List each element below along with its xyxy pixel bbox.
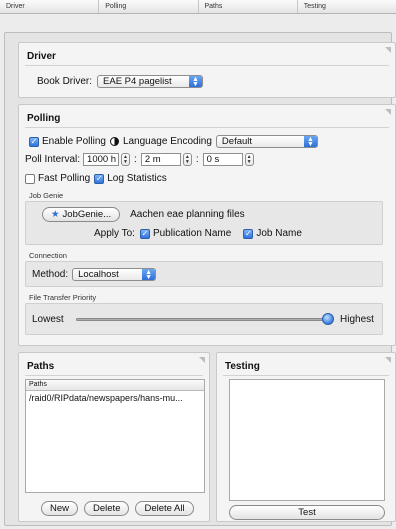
job-name-label: Job Name <box>256 228 302 239</box>
language-encoding-label: Language Encoding <box>122 136 212 147</box>
job-genie-group-label: Job Genie <box>29 191 64 200</box>
testing-panel: Testing Test <box>216 352 396 522</box>
delete-button[interactable]: Delete <box>84 501 130 516</box>
seconds-field[interactable]: 0 s <box>202 153 243 166</box>
minutes-stepper[interactable]: ▲ ▼ <box>182 153 192 166</box>
tab-paths[interactable]: Paths <box>199 0 298 13</box>
divider <box>223 375 389 376</box>
paths-panel: Paths Paths /raid0/RIPdata/newspapers/ha… <box>18 352 210 522</box>
paths-list-header[interactable]: Paths <box>26 380 204 391</box>
book-driver-label: Book Driver: <box>37 76 93 87</box>
collapse-corner-icon[interactable] <box>385 47 391 53</box>
transfer-group-label: File Transfer Priority <box>29 293 97 302</box>
minutes-field[interactable]: 2 m <box>140 153 181 166</box>
poll-interval-label: Poll Interval: <box>25 154 81 165</box>
apply-to-label: Apply To: <box>94 228 135 239</box>
connection-group: Method: Localhost ▲ ▼ <box>25 261 383 287</box>
transfer-priority-slider[interactable] <box>76 318 328 321</box>
separator: : <box>195 154 199 165</box>
job-name-checkbox[interactable]: ✓ <box>243 228 254 239</box>
method-value: Localhost <box>78 269 119 280</box>
fast-polling-checkbox[interactable] <box>25 173 35 184</box>
language-encoding-select[interactable]: Default ▲ ▼ <box>215 135 318 148</box>
book-driver-value: EAE P4 pagelist <box>103 76 172 87</box>
paths-title: Paths <box>27 361 55 372</box>
publication-name-checkbox[interactable]: ✓ <box>139 228 150 239</box>
job-genie-button[interactable]: ★ JobGenie... <box>42 207 121 222</box>
method-select[interactable]: Localhost ▲ ▼ <box>72 268 157 281</box>
star-icon: ★ <box>51 209 60 220</box>
slider-knob[interactable] <box>322 313 334 325</box>
divider <box>25 65 389 66</box>
hours-field[interactable]: 1000 h <box>83 153 120 166</box>
publication-name-label: Publication Name <box>152 228 232 239</box>
book-driver-select[interactable]: EAE P4 pagelist ▲ ▼ <box>97 75 204 88</box>
method-label: Method: <box>32 269 69 280</box>
tab-polling[interactable]: Polling <box>99 0 199 13</box>
new-button[interactable]: New <box>41 501 79 516</box>
enable-polling-checkbox[interactable]: ✓ <box>29 136 39 147</box>
seconds-stepper[interactable]: ▲ ▼ <box>244 153 254 166</box>
polling-title: Polling <box>27 113 61 124</box>
connection-group-label: Connection <box>29 251 67 260</box>
collapse-corner-icon[interactable] <box>385 357 391 363</box>
transfer-group: Lowest Highest <box>25 303 383 335</box>
delete-all-button[interactable]: Delete All <box>135 501 194 516</box>
job-genie-group: ★ JobGenie... Aachen eae planning files … <box>25 201 383 245</box>
paths-list[interactable]: Paths /raid0/RIPdata/newspapers/hans-mu.… <box>25 379 205 493</box>
highest-label: Highest <box>340 314 374 325</box>
language-icon <box>109 137 119 146</box>
testing-title: Testing <box>225 361 260 372</box>
divider <box>25 127 389 128</box>
tab-bar: Driver Polling Paths Testing <box>0 0 396 14</box>
lowest-label: Lowest <box>32 314 64 325</box>
polling-panel: Polling ✓ Enable Polling Language Encodi… <box>18 104 396 346</box>
enable-polling-label: Enable Polling <box>42 136 106 147</box>
test-button[interactable]: Test <box>229 505 385 520</box>
separator: : <box>134 154 137 165</box>
driver-title: Driver <box>27 51 56 62</box>
popup-arrows-icon: ▲ ▼ <box>303 136 317 148</box>
collapse-corner-icon[interactable] <box>385 109 391 115</box>
log-statistics-label: Log Statistics <box>107 173 167 184</box>
list-item[interactable]: /raid0/RIPdata/newspapers/hans-mu... <box>26 391 204 405</box>
collapse-corner-icon[interactable] <box>199 357 205 363</box>
tab-testing[interactable]: Testing <box>298 0 396 13</box>
job-genie-button-label: JobGenie... <box>62 209 112 220</box>
fast-polling-label: Fast Polling <box>38 173 91 184</box>
driver-panel: Driver Book Driver: EAE P4 pagelist ▲ ▼ <box>18 42 396 98</box>
genie-name: Aachen eae planning files <box>130 209 245 220</box>
tab-driver[interactable]: Driver <box>0 0 100 13</box>
language-encoding-value: Default <box>221 136 253 147</box>
divider <box>25 375 203 376</box>
popup-arrows-icon: ▲ ▼ <box>189 76 203 88</box>
log-statistics-checkbox[interactable]: ✓ <box>94 173 105 184</box>
hours-stepper[interactable]: ▲ ▼ <box>121 153 131 166</box>
popup-arrows-icon: ▲ ▼ <box>142 269 156 281</box>
testing-output <box>229 379 385 501</box>
